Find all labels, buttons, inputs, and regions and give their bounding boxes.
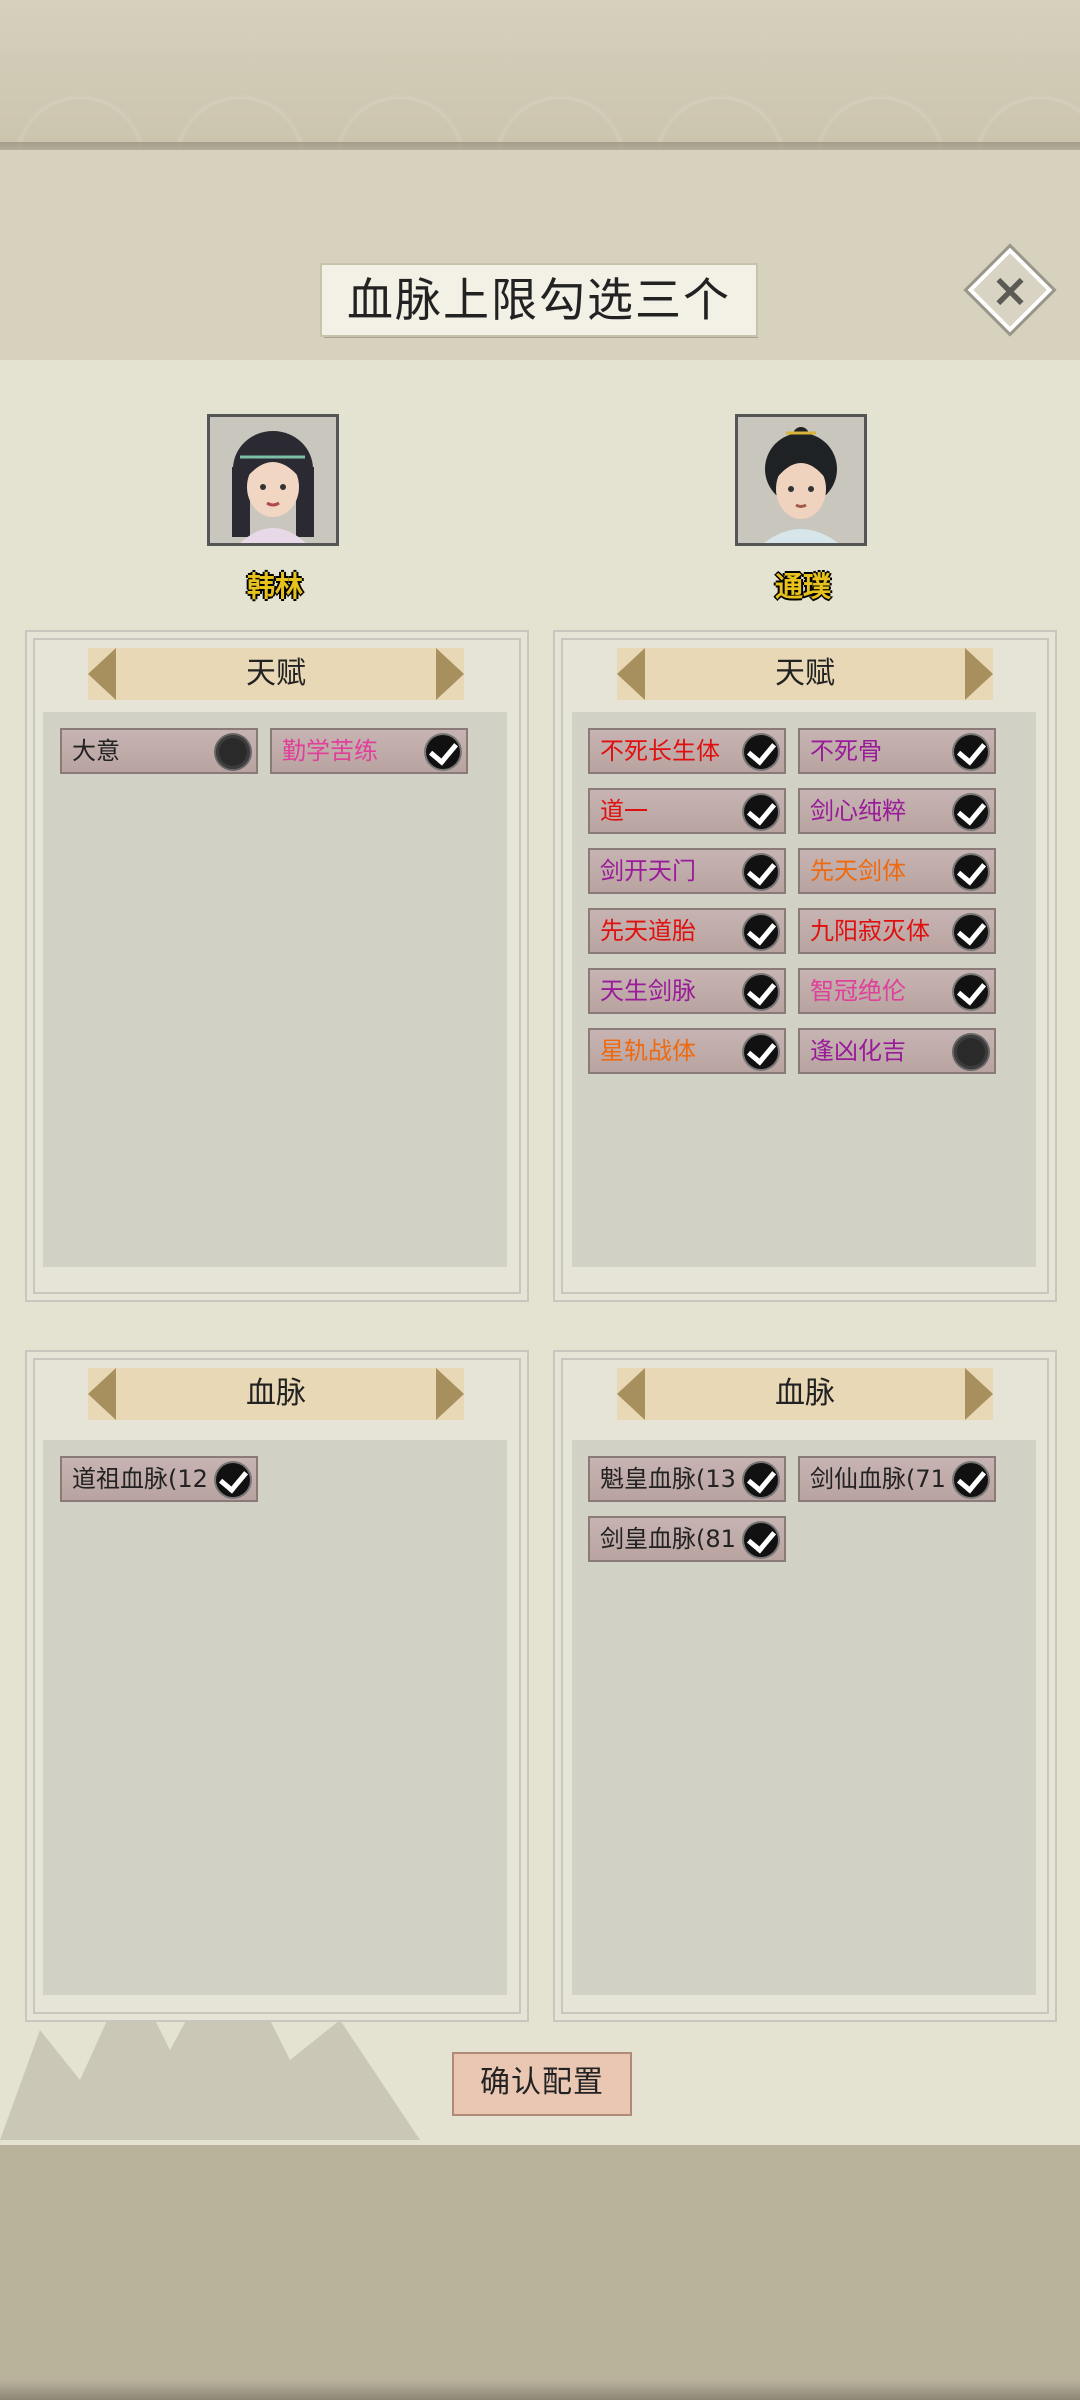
checkmark-icon[interactable]	[426, 735, 460, 769]
checkmark-icon[interactable]	[954, 915, 988, 949]
character-name: 通璞	[774, 570, 831, 603]
chip-label: 剑皇血脉(81	[600, 1525, 736, 1553]
chip-label: 先天道胎	[600, 917, 696, 945]
chip-label: 先天剑体	[810, 857, 906, 885]
talent-header: 天赋	[88, 648, 464, 700]
chip-label: 勤学苦练	[282, 737, 378, 765]
chip-label: 道一	[600, 797, 648, 825]
unchecked-circle-icon[interactable]	[954, 1035, 988, 1069]
talent-chip[interactable]: 剑心纯粹	[798, 788, 996, 834]
talent-chip[interactable]: 逢凶化吉	[798, 1028, 996, 1074]
chip-label: 星轨战体	[600, 1037, 696, 1065]
bloodline-header: 血脉	[617, 1368, 993, 1420]
checkmark-icon[interactable]	[954, 795, 988, 829]
checkmark-icon[interactable]	[744, 915, 778, 949]
talent-chip[interactable]: 大意	[60, 728, 258, 774]
talent-list-left	[43, 712, 507, 1267]
page-title: 血脉上限勾选三个	[322, 265, 756, 335]
bloodline-header: 血脉	[88, 1368, 464, 1420]
talent-chip[interactable]: 先天道胎	[588, 908, 786, 954]
chip-label: 智冠绝伦	[810, 977, 906, 1005]
bottom-decorative-band	[0, 2145, 1080, 2400]
checkmark-icon[interactable]	[954, 735, 988, 769]
checkmark-icon[interactable]	[744, 1523, 778, 1557]
checkmark-icon[interactable]	[744, 1035, 778, 1069]
checkmark-icon[interactable]	[744, 975, 778, 1009]
chip-label: 剑心纯粹	[810, 797, 906, 825]
talent-chip[interactable]: 星轨战体	[588, 1028, 786, 1074]
bloodline-chip[interactable]: 魁皇血脉(13	[588, 1456, 786, 1502]
character-name: 韩林	[246, 570, 303, 603]
chip-label: 剑开天门	[600, 857, 696, 885]
talent-chip[interactable]: 智冠绝伦	[798, 968, 996, 1014]
chip-label: 九阳寂灭体	[810, 917, 930, 945]
checkmark-icon[interactable]	[744, 735, 778, 769]
talent-chip[interactable]: 道一	[588, 788, 786, 834]
talent-chip[interactable]: 剑开天门	[588, 848, 786, 894]
checkmark-icon[interactable]	[744, 855, 778, 889]
bloodline-list-left	[43, 1440, 507, 1995]
top-decorative-band	[0, 0, 1080, 158]
talent-chip[interactable]: 先天剑体	[798, 848, 996, 894]
chip-label: 不死长生体	[600, 737, 720, 765]
confirm-config-button[interactable]: 确认配置	[452, 2052, 632, 2116]
chip-label: 天生剑脉	[600, 977, 696, 1005]
bloodline-chip[interactable]: 剑仙血脉(71	[798, 1456, 996, 1502]
unchecked-circle-icon[interactable]	[216, 735, 250, 769]
checkmark-icon[interactable]	[954, 855, 988, 889]
talent-chip[interactable]: 天生剑脉	[588, 968, 786, 1014]
talent-chip[interactable]: 九阳寂灭体	[798, 908, 996, 954]
checkmark-icon[interactable]	[954, 1463, 988, 1497]
chip-label: 逢凶化吉	[810, 1037, 906, 1065]
talent-chip[interactable]: 不死骨	[798, 728, 996, 774]
chip-label: 道祖血脉(12	[72, 1465, 208, 1493]
bloodline-chip[interactable]: 剑皇血脉(81	[588, 1516, 786, 1562]
checkmark-icon[interactable]	[216, 1463, 250, 1497]
close-icon: ×	[990, 263, 1030, 317]
checkmark-icon[interactable]	[744, 795, 778, 829]
checkmark-icon[interactable]	[954, 975, 988, 1009]
chip-label: 大意	[72, 737, 120, 765]
avatar-tongpu	[735, 414, 867, 546]
chip-label: 不死骨	[810, 737, 882, 765]
talent-chip[interactable]: 勤学苦练	[270, 728, 468, 774]
chip-label: 剑仙血脉(71	[810, 1465, 946, 1493]
talent-header: 天赋	[617, 648, 993, 700]
talent-chip[interactable]: 不死长生体	[588, 728, 786, 774]
chip-label: 魁皇血脉(13	[600, 1465, 736, 1493]
checkmark-icon[interactable]	[744, 1463, 778, 1497]
avatar-hanlin	[207, 414, 339, 546]
bloodline-chip[interactable]: 道祖血脉(12	[60, 1456, 258, 1502]
